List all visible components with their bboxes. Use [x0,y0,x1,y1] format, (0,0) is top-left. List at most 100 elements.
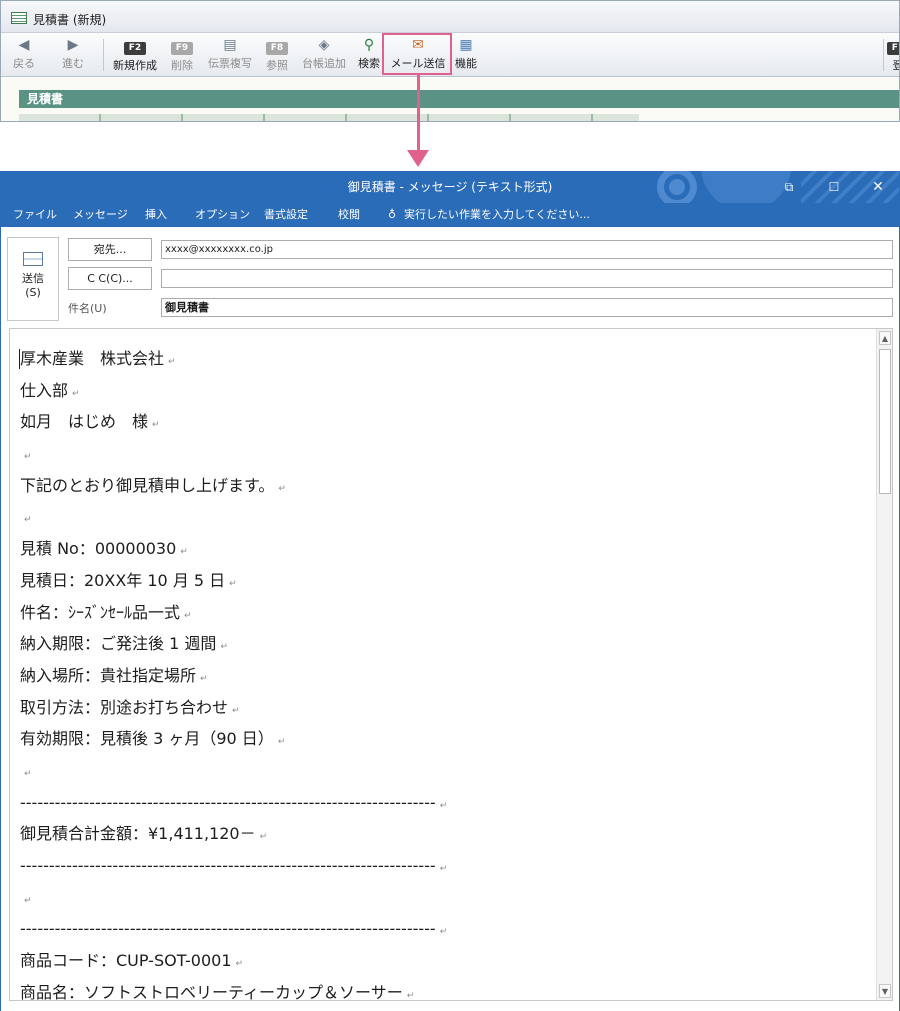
mail-window-title: 御見積書 - メッセージ (テキスト形式) [347,180,553,194]
reference-label: 参照 [266,59,288,72]
body-line-text: 商品コード：CUP-SOT-0001 [20,951,232,971]
ledger-add-label: 台帳追加 [302,57,346,70]
f9-key-icon: F9 [171,42,193,55]
tab-format[interactable]: 書式設定 [264,207,308,223]
tab-insert[interactable]: 挿入 [145,207,167,223]
paragraph-mark-icon: ↵ [24,768,32,779]
f2-key-icon: F2 [124,42,146,55]
paragraph-mark-icon: ↵ [24,452,32,463]
copy-slip-button[interactable]: ▤ 伝票複写 [204,35,256,75]
body-line-text: 件名：ｼｰｽﾞﾝｾｰﾙ品一式 [20,602,181,622]
body-line-text: 厚木産業 株式会社 [20,349,165,368]
body-line: 商品名：ソフトストロベリーティーカップ＆ソーサー ↵ [20,977,870,1000]
body-line-text: 御見積合計金額：¥1,411,120－ [20,824,256,844]
new-label: 新規作成 [113,59,157,72]
ledger-add-button[interactable]: ◈ 台帳追加 [298,35,350,75]
body-line-text: 納入期限：ご発注後 1 週間 [20,634,217,654]
body-line: ----------------------------------------… [20,913,870,945]
body-line-text: 納入場所：貴社指定場所 [20,665,197,685]
copy-document-icon: ▤ [223,37,237,53]
maximize-icon[interactable]: ☐ [825,178,843,196]
new-button[interactable]: F2 新規作成 [109,35,161,75]
magnifier-icon: ⚲ [363,37,375,53]
callout-arrow-head-icon [407,150,429,167]
body-line: 商品コード：CUP-SOT-0001 ↵ [20,945,870,977]
send-mail-icon [23,252,43,266]
body-line: 如月 はじめ 様 ↵ [20,406,870,438]
app-title: 見積書 (新規) [33,13,107,27]
mail-send-highlight [382,33,452,75]
subject-label: 件名(U) [68,302,107,315]
section-title: 見積書 [19,90,899,108]
paragraph-mark-icon: ↵ [72,388,80,399]
paragraph-mark-icon: ↵ [439,864,448,874]
paragraph-mark-icon: ↵ [232,705,240,716]
reference-button[interactable]: F8 参照 [262,35,292,75]
tab-options[interactable]: オプション [195,207,250,223]
paragraph-mark-icon: ↵ [277,737,286,748]
paragraph-mark-icon: ↵ [200,673,208,684]
body-line: ↵ [20,501,870,533]
back-button[interactable]: ◀ 戻る [7,35,41,75]
body-line-text: 見積日：20XX年 10 月 5 日 [20,570,226,590]
paragraph-mark-icon: ↵ [259,832,268,843]
tab-file[interactable]: ファイル [13,207,57,223]
body-line-text: 下記のとおり御見積申し上げます。 [20,475,275,495]
body-line-text: 如月 はじめ 様 [20,412,149,432]
body-line-text: 取引方法：別途お打ち合わせ [20,697,229,717]
body-line: 納入場所：貴社指定場所 ↵ [20,660,870,692]
forward-button[interactable]: ▶ 進む [53,35,93,75]
send-button[interactable]: 送信 (S) [7,237,59,321]
body-line: 仕入部 ↵ [20,375,870,407]
paragraph-mark-icon: ↵ [439,800,448,811]
paragraph-mark-icon: ↵ [278,483,286,494]
cc-button[interactable]: C C(C)... [68,267,152,290]
function-button[interactable]: ▦ 機能 [451,35,481,75]
paragraph-mark-icon: ↵ [24,895,32,906]
app-form-area: 見積書 [1,78,899,121]
scroll-thumb[interactable] [879,349,891,494]
paragraph-mark-icon: ↵ [24,515,32,526]
tab-message[interactable]: メッセージ [73,207,128,223]
paragraph-mark-icon: ↵ [439,927,448,938]
vertical-scrollbar[interactable]: ▲ ▼ [876,329,892,1000]
function-label: 機能 [455,57,477,70]
to-button[interactable]: 宛先... [68,238,152,261]
body-line-text: ----------------------------------------… [20,792,436,812]
body-line: 取引方法：別途お打ち合わせ ↵ [20,692,870,724]
message-body[interactable]: 厚木産業 株式会社 ↵ 仕入部 ↵ 如月 はじめ 様 ↵ ↵ 下記のとおり御見積申し上げます。… [9,328,893,1001]
to-field[interactable]: xxxx@xxxxxxxx.co.jp [161,240,893,259]
forward-label: 進む [62,57,84,70]
paragraph-mark-icon: ↵ [229,578,237,589]
subject-field[interactable]: 御見積書 [161,298,893,317]
spreadsheet-icon [11,12,27,24]
mail-message-window: 御見積書 - メッセージ (テキスト形式) ⧉ ☐ ✕ ファイル メッセージ 挿… [0,171,900,1011]
ribbon-display-options-icon[interactable]: ⧉ [780,178,798,196]
body-line-text: 有効期限：見積後 3 ヶ月（90 日） [20,729,274,749]
message-body-text: 厚木産業 株式会社 ↵ 仕入部 ↵ 如月 はじめ 様 ↵ ↵ 下記のとおり御見積申し上げます。… [20,343,870,1000]
delete-label: 削除 [171,59,193,72]
register-button[interactable]: F1 登 [886,35,900,75]
cc-field[interactable] [161,269,893,288]
scroll-up-icon[interactable]: ▲ [879,331,891,345]
body-line-text: ----------------------------------------… [20,856,436,875]
f8-key-icon: F8 [266,42,288,55]
paragraph-mark-icon: ↵ [168,357,176,367]
body-line: ----------------------------------------… [20,850,870,882]
tell-me-search[interactable]: 実行したい作業を入力してください... [404,207,590,223]
body-line: ----------------------------------------… [20,787,870,819]
body-line: 見積日：20XX年 10 月 5 日 ↵ [20,565,870,597]
body-line: 見積 No：00000030 ↵ [20,533,870,565]
search-button[interactable]: ⚲ 検索 [355,35,383,75]
scroll-down-icon[interactable]: ▼ [879,984,891,998]
tab-review[interactable]: 校閲 [338,207,360,223]
delete-button[interactable]: F9 削除 [167,35,197,75]
ledger-icon: ◈ [318,37,330,53]
register-label: 登 [886,59,900,72]
arrow-left-icon: ◀ [18,37,30,53]
body-line: ↵ [20,755,870,787]
close-icon[interactable]: ✕ [869,178,887,196]
arrow-right-icon: ▶ [67,37,79,53]
form-header-row [19,114,639,121]
body-line-text: 見積 No：00000030 [20,539,177,559]
